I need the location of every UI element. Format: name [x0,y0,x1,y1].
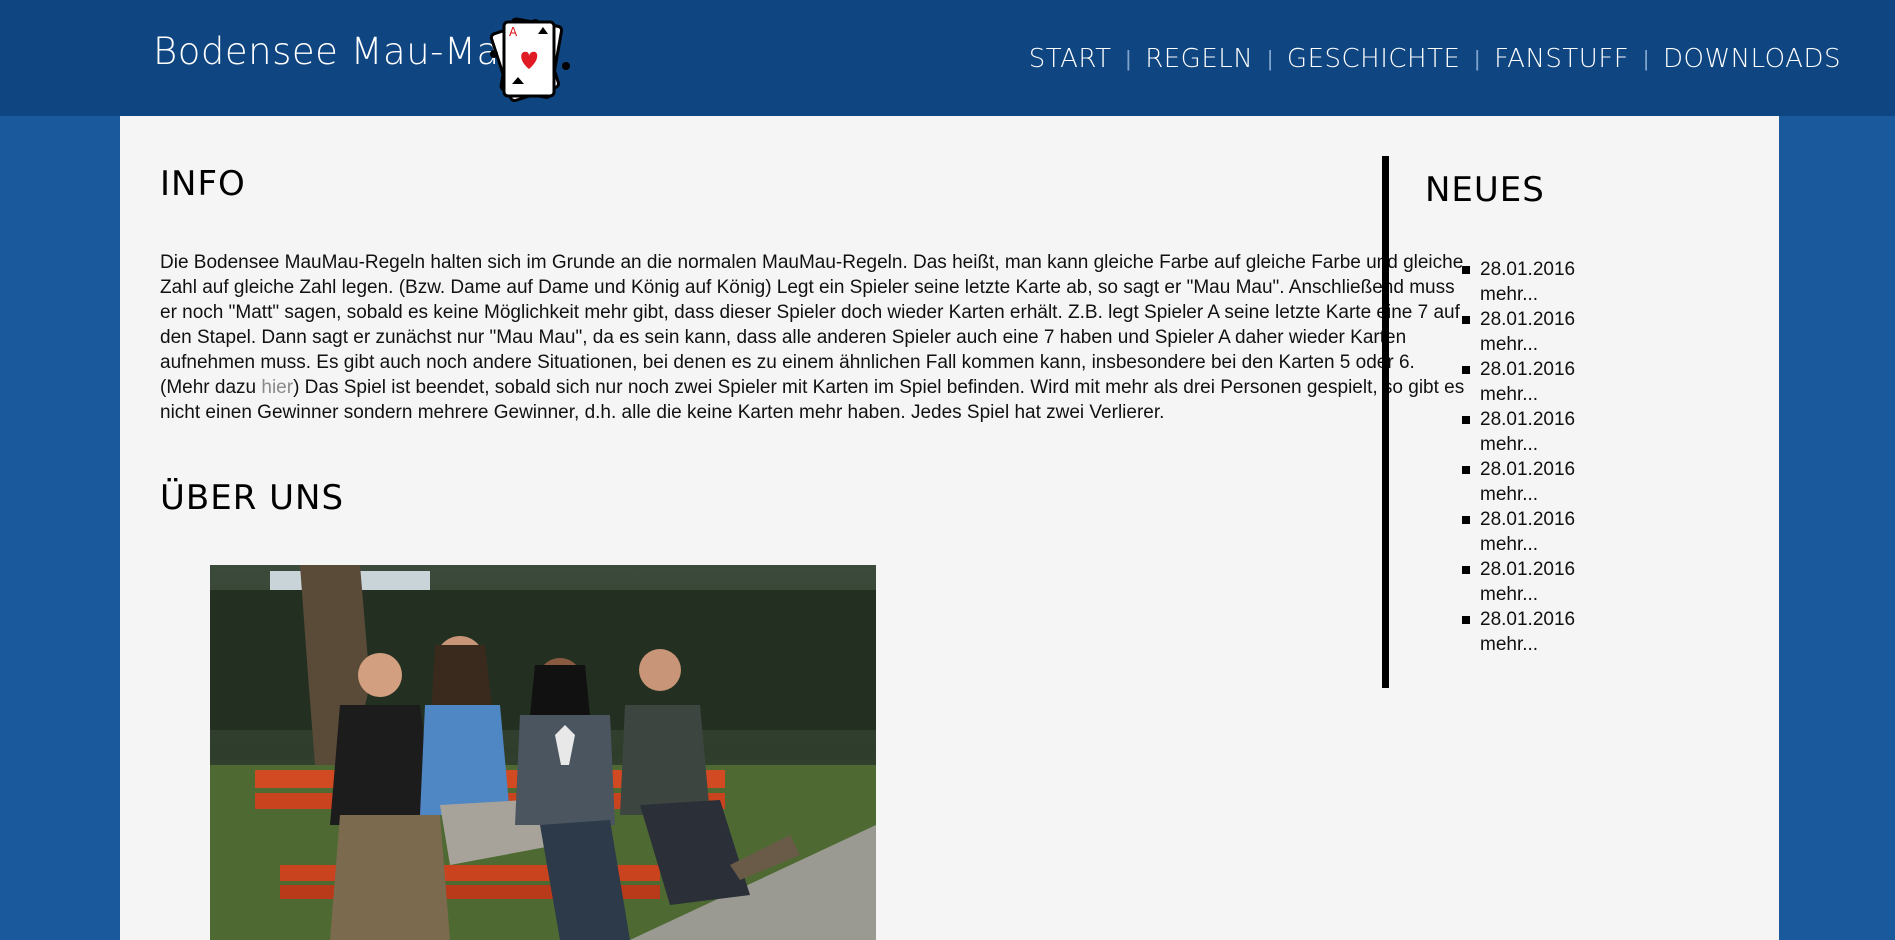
info-text-part2: ) Das Spiel ist beendet, sobald sich nur… [160,377,1465,423]
news-list: 28.01.2016 mehr... 28.01.2016 mehr... 28.0… [1462,257,1576,657]
news-more-link[interactable]: mehr... [1480,532,1575,557]
bullet-icon [1462,416,1470,424]
team-photo-image [210,565,876,940]
info-more-link[interactable]: hier [261,377,293,398]
main-nav: START | REGELN | GESCHICHTE | FANSTUFF |… [1015,44,1855,74]
news-more-link[interactable]: mehr... [1480,432,1575,457]
news-item: 28.01.2016 mehr... [1462,407,1576,457]
nav-regeln[interactable]: REGELN [1131,44,1267,74]
nav-start[interactable]: START [1015,44,1126,74]
site-logo-text[interactable]: Bodensee Mau-Mau [153,30,524,73]
bullet-icon [1462,366,1470,374]
playing-card-heart-icon[interactable]: A [482,14,578,106]
news-more-link[interactable]: mehr... [1480,382,1575,407]
bullet-icon [1462,616,1470,624]
svg-text:A: A [509,25,518,39]
news-item: 28.01.2016 mehr... [1462,507,1576,557]
sidebar-divider [1382,156,1389,688]
news-date: 28.01.2016 [1480,509,1576,530]
news-item: 28.01.2016 mehr... [1462,557,1576,607]
site-header: Bodensee Mau-Mau A START | REGELN | GESC… [0,0,1895,116]
news-more-link[interactable]: mehr... [1480,632,1575,657]
about-heading: ÜBER UNS [160,478,345,518]
news-item: 28.01.2016 mehr... [1462,257,1576,307]
news-item: 28.01.2016 mehr... [1462,307,1576,357]
bullet-icon [1462,566,1470,574]
news-date: 28.01.2016 [1480,259,1576,280]
news-date: 28.01.2016 [1480,609,1576,630]
news-more-link[interactable]: mehr... [1480,332,1575,357]
news-date: 28.01.2016 [1480,359,1576,380]
news-heading: NEUES [1425,170,1545,210]
nav-geschichte[interactable]: GESCHICHTE [1273,44,1474,74]
news-more-link[interactable]: mehr... [1480,482,1575,507]
bullet-icon [1462,466,1470,474]
main-content: INFO Die Bodensee MauMau-Regeln halten s… [120,116,1779,940]
news-more-link[interactable]: mehr... [1480,282,1575,307]
news-more-link[interactable]: mehr... [1480,582,1575,607]
news-date: 28.01.2016 [1480,409,1576,430]
info-heading: INFO [160,164,246,204]
news-date: 28.01.2016 [1480,459,1576,480]
bullet-icon [1462,516,1470,524]
info-paragraph: Die Bodensee MauMau-Regeln halten sich i… [160,250,1465,425]
bullet-icon [1462,316,1470,324]
news-date: 28.01.2016 [1480,559,1576,580]
news-item: 28.01.2016 mehr... [1462,607,1576,657]
team-photo [210,565,876,940]
news-item: 28.01.2016 mehr... [1462,357,1576,407]
nav-fanstuff[interactable]: FANSTUFF [1480,44,1643,74]
news-item: 28.01.2016 mehr... [1462,457,1576,507]
bullet-icon [1462,266,1470,274]
news-date: 28.01.2016 [1480,309,1576,330]
nav-downloads[interactable]: DOWNLOADS [1649,44,1855,74]
